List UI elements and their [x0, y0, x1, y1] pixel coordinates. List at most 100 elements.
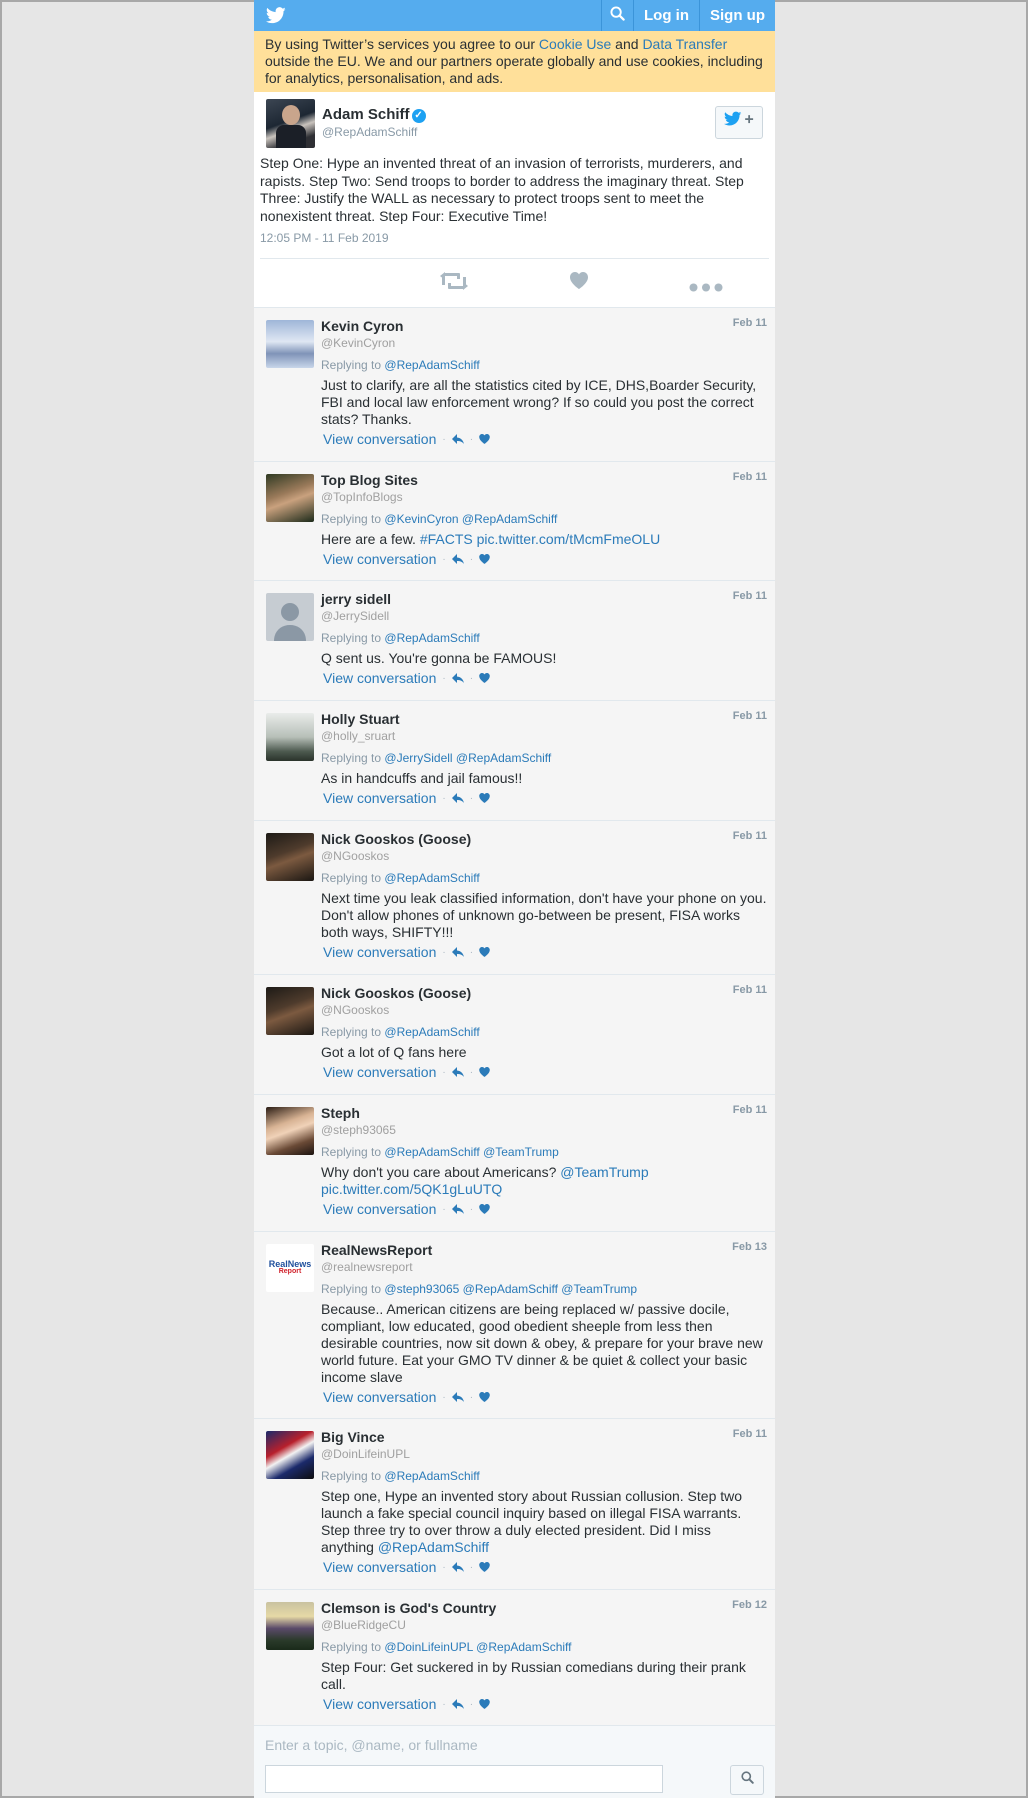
- view-conversation-link[interactable]: View conversation: [323, 1064, 436, 1080]
- like-icon[interactable]: [479, 1201, 490, 1217]
- reply-handle[interactable]: @DoinLifeinUPL: [321, 1446, 767, 1462]
- like-icon[interactable]: [479, 1064, 490, 1080]
- reply-handle[interactable]: @steph93065: [321, 1122, 767, 1138]
- like-icon[interactable]: [479, 670, 490, 686]
- reply-date[interactable]: Feb 11: [733, 471, 767, 483]
- view-conversation-link[interactable]: View conversation: [323, 1696, 436, 1712]
- tweet-timestamp[interactable]: 12:05 PM - 11 Feb 2019: [260, 231, 769, 259]
- view-conversation-link[interactable]: View conversation: [323, 790, 436, 806]
- view-conversation-link[interactable]: View conversation: [323, 670, 436, 686]
- reply-icon[interactable]: [451, 790, 464, 806]
- replying-to-link[interactable]: @RepAdamSchiff @TeamTrump: [384, 1145, 558, 1159]
- reply-item[interactable]: Feb 11 Top Blog Sites @TopInfoBlogs Repl…: [254, 462, 775, 581]
- avatar[interactable]: RealNews Report: [266, 1244, 314, 1292]
- search-input[interactable]: [265, 1765, 663, 1793]
- search-submit-button[interactable]: [730, 1765, 764, 1795]
- reply-date[interactable]: Feb 11: [733, 1428, 767, 1440]
- data-transfer-link[interactable]: Data Transfer: [642, 36, 727, 52]
- like-icon[interactable]: [479, 944, 490, 960]
- reply-item[interactable]: Feb 11 Holly Stuart @holly_sruart Replyi…: [254, 701, 775, 821]
- avatar[interactable]: [266, 99, 315, 148]
- replying-to-link[interactable]: @RepAdamSchiff: [384, 631, 479, 645]
- like-icon[interactable]: [479, 1696, 490, 1712]
- like-icon[interactable]: [479, 1389, 490, 1405]
- reply-name[interactable]: Nick Gooskos (Goose): [321, 984, 767, 1002]
- reply-item[interactable]: Feb 12 Clemson is God's Country @BlueRid…: [254, 1590, 775, 1726]
- reply-item[interactable]: Feb 11 Nick Gooskos (Goose) @NGooskos Re…: [254, 821, 775, 975]
- replying-to-link[interactable]: @RepAdamSchiff: [384, 358, 479, 372]
- reply-name[interactable]: RealNewsReport: [321, 1241, 767, 1259]
- avatar[interactable]: [266, 713, 314, 761]
- reply-name[interactable]: Holly Stuart: [321, 710, 767, 728]
- reply-icon[interactable]: [451, 1559, 464, 1575]
- reply-date[interactable]: Feb 12: [732, 1599, 767, 1611]
- like-icon[interactable]: [479, 551, 490, 567]
- like-icon[interactable]: [479, 1559, 490, 1575]
- replying-to-link[interactable]: @JerrySidell @RepAdamSchiff: [384, 751, 551, 765]
- reply-handle[interactable]: @NGooskos: [321, 1002, 767, 1018]
- avatar[interactable]: [266, 987, 314, 1035]
- like-icon[interactable]: [570, 272, 588, 294]
- view-conversation-link[interactable]: View conversation: [323, 1201, 436, 1217]
- reply-date[interactable]: Feb 11: [733, 984, 767, 996]
- reply-icon[interactable]: [451, 670, 464, 686]
- replying-to-link[interactable]: @RepAdamSchiff: [384, 1469, 479, 1483]
- like-icon[interactable]: [479, 790, 490, 806]
- avatar[interactable]: [266, 320, 314, 368]
- reply-item[interactable]: RealNews Report Feb 13 RealNewsReport @r…: [254, 1232, 775, 1419]
- reply-handle[interactable]: @holly_sruart: [321, 728, 767, 744]
- reply-icon[interactable]: [451, 1389, 464, 1405]
- reply-date[interactable]: Feb 13: [732, 1241, 767, 1253]
- reply-name[interactable]: Kevin Cyron: [321, 317, 767, 335]
- reply-icon[interactable]: [451, 1064, 464, 1080]
- view-conversation-link[interactable]: View conversation: [323, 1559, 436, 1575]
- reply-item[interactable]: Feb 11 Nick Gooskos (Goose) @NGooskos Re…: [254, 975, 775, 1095]
- replying-to-link[interactable]: @DoinLifeinUPL @RepAdamSchiff: [384, 1640, 571, 1654]
- view-conversation-link[interactable]: View conversation: [323, 1389, 436, 1405]
- avatar[interactable]: [266, 1602, 314, 1650]
- reply-handle[interactable]: @TopInfoBlogs: [321, 489, 767, 505]
- reply-date[interactable]: Feb 11: [733, 710, 767, 722]
- reply-name[interactable]: Clemson is God's Country: [321, 1599, 767, 1617]
- reply-handle[interactable]: @realnewsreport: [321, 1259, 767, 1275]
- reply-item[interactable]: Feb 11 Steph @steph93065 Replying to @Re…: [254, 1095, 775, 1232]
- reply-item[interactable]: Feb 11 Big Vince @DoinLifeinUPL Replying…: [254, 1419, 775, 1590]
- reply-date[interactable]: Feb 11: [733, 590, 767, 602]
- author-name[interactable]: Adam Schiff ✓: [322, 106, 426, 123]
- avatar[interactable]: [266, 474, 314, 522]
- twitter-bird-icon[interactable]: [265, 7, 286, 29]
- reply-icon[interactable]: [451, 944, 464, 960]
- reply-icon[interactable]: [451, 1696, 464, 1712]
- avatar[interactable]: [266, 1107, 314, 1155]
- search-button[interactable]: [601, 0, 633, 31]
- view-conversation-link[interactable]: View conversation: [323, 551, 436, 567]
- login-button[interactable]: Log in: [633, 0, 699, 31]
- reply-date[interactable]: Feb 11: [733, 317, 767, 329]
- replying-to-link[interactable]: @RepAdamSchiff: [384, 1025, 479, 1039]
- cookie-use-link[interactable]: Cookie Use: [539, 36, 611, 52]
- reply-handle[interactable]: @KevinCyron: [321, 335, 767, 351]
- reply-icon[interactable]: [451, 551, 464, 567]
- reply-handle[interactable]: @NGooskos: [321, 848, 767, 864]
- signup-button[interactable]: Sign up: [699, 0, 775, 31]
- reply-handle[interactable]: @BlueRidgeCU: [321, 1617, 767, 1633]
- reply-icon[interactable]: [451, 1201, 464, 1217]
- reply-date[interactable]: Feb 11: [733, 830, 767, 842]
- avatar[interactable]: [266, 593, 314, 641]
- replying-to-link[interactable]: @KevinCyron @RepAdamSchiff: [384, 512, 557, 526]
- more-options-icon[interactable]: [689, 279, 723, 297]
- reply-text-link[interactable]: #FACTS pic.twitter.com/tMcmFmeOLU: [420, 531, 660, 547]
- retweet-icon[interactable]: [440, 272, 468, 295]
- like-icon[interactable]: [479, 431, 490, 447]
- replying-to-link[interactable]: @steph93065 @RepAdamSchiff @TeamTrump: [384, 1282, 637, 1296]
- reply-name[interactable]: jerry sidell: [321, 590, 767, 608]
- replying-to-link[interactable]: @RepAdamSchiff: [384, 871, 479, 885]
- reply-date[interactable]: Feb 11: [733, 1104, 767, 1116]
- reply-text-link[interactable]: @RepAdamSchiff: [378, 1539, 489, 1555]
- avatar[interactable]: [266, 833, 314, 881]
- reply-name[interactable]: Top Blog Sites: [321, 471, 767, 489]
- follow-button[interactable]: [715, 106, 763, 139]
- reply-item[interactable]: Feb 11 jerry sidell @JerrySidell Replyin…: [254, 581, 775, 701]
- reply-name[interactable]: Big Vince: [321, 1428, 767, 1446]
- reply-name[interactable]: Nick Gooskos (Goose): [321, 830, 767, 848]
